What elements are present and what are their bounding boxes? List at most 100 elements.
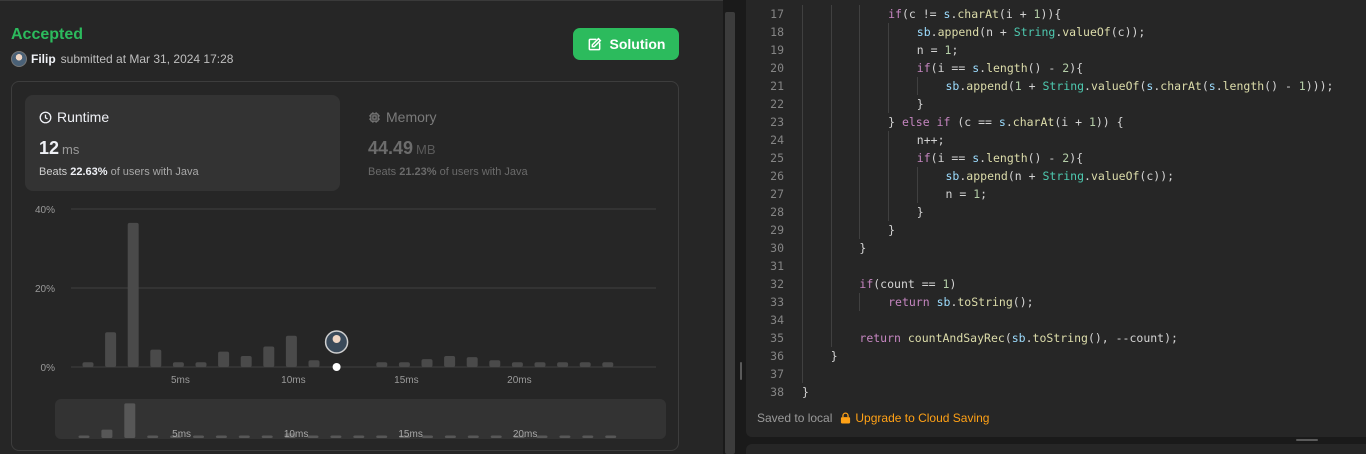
code-line[interactable]: 24 n++; [746, 131, 1366, 149]
indent-guide [859, 149, 861, 167]
code-text: sb.append(1 + String.valueOf(s.charAt(s.… [945, 79, 1334, 93]
code-editor[interactable]: 17 if(c != s.charAt(i + 1)){18 sb.append(n… [746, 0, 1366, 400]
y-tick-label: 20% [35, 284, 55, 295]
indent-guide [859, 185, 861, 203]
code-line[interactable]: 28} [746, 203, 1366, 221]
indent-guide [830, 329, 832, 347]
runtime-title: Runtime [57, 109, 110, 125]
line-number: 23 [770, 115, 784, 129]
code-line[interactable]: 38} [746, 383, 1366, 400]
indent-guide [830, 77, 832, 95]
indent-guide [830, 185, 832, 203]
code-text: if(count == 1) [859, 277, 957, 291]
bar [105, 332, 117, 367]
code-line[interactable]: 22} [746, 95, 1366, 113]
mini-bar [467, 435, 479, 438]
runtime-tab[interactable]: Runtime 12 ms Beats 22.63% of users with … [25, 95, 340, 191]
mini-bar [559, 435, 571, 438]
indent-guide [859, 41, 861, 59]
submitter-info: Filip submitted at Mar 31, 2024 17:28 [11, 51, 233, 67]
indent-guide [888, 131, 890, 149]
indent-guide [802, 311, 803, 329]
bar [263, 346, 275, 367]
code-text: } [916, 97, 924, 111]
mini-x-tick-label: 20ms [513, 429, 537, 439]
bar [218, 351, 230, 367]
memory-beats-prefix: Beats [368, 166, 397, 178]
code-line[interactable]: 31 [746, 257, 1366, 275]
left-panel-scrollbar[interactable] [723, 0, 737, 454]
indent-guide [802, 77, 803, 95]
bar [150, 349, 162, 367]
runtime-beats-percent: 22.63% [70, 166, 108, 178]
indent-guide [888, 23, 890, 41]
code-line[interactable]: 19 n = 1; [746, 41, 1366, 59]
indent-guide [802, 113, 803, 131]
vertical-resize-handle[interactable] [1296, 439, 1318, 441]
line-number: 18 [770, 25, 784, 39]
mini-bar [147, 435, 159, 438]
bar [308, 360, 320, 367]
indent-guide [830, 221, 832, 239]
code-text: return sb.toString(); [888, 295, 1034, 309]
memory-beats-suffix: of users with Java [439, 166, 528, 178]
code-line[interactable]: 27 n = 1; [746, 185, 1366, 203]
mini-bar [193, 435, 204, 438]
line-number: 19 [770, 43, 784, 57]
clock-icon [39, 111, 52, 123]
x-tick-label: 5ms [171, 375, 190, 386]
code-line[interactable]: 33 return sb.toString(); [746, 293, 1366, 311]
code-line[interactable]: 29} [746, 221, 1366, 239]
code-line[interactable]: 34 [746, 311, 1366, 329]
chart-range-navigator[interactable]: 5ms 10ms 15ms 20ms [55, 399, 666, 440]
line-number: 35 [770, 331, 784, 345]
indent-guide [802, 149, 803, 167]
code-line[interactable]: 35 return countAndSayRec(sb.toString(), -… [746, 329, 1366, 347]
indent-guide [802, 23, 803, 41]
line-number: 26 [770, 169, 784, 183]
memory-tab[interactable]: Memory 44.49 MB Beats 21.23% of users wit… [354, 95, 669, 191]
code-line[interactable]: 23} else if (c == s.charAt(i + 1)) { [746, 113, 1366, 131]
panel-resize-handle[interactable] [737, 0, 746, 454]
indent-guide [802, 203, 803, 221]
code-text: } [830, 349, 838, 363]
y-tick-label: 0% [41, 363, 56, 374]
code-line[interactable]: 25 if(i == s.length() - 2){ [746, 149, 1366, 167]
avatar[interactable] [11, 51, 27, 67]
indent-guide [830, 113, 832, 131]
code-line[interactable]: 32 if(count == 1) [746, 275, 1366, 293]
bar [466, 357, 478, 367]
code-line[interactable]: 37 [746, 365, 1366, 383]
mini-x-tick-label: 10ms [284, 429, 308, 439]
mini-bar [353, 435, 365, 438]
mini-bar [605, 435, 617, 438]
solution-button[interactable]: Solution [573, 28, 679, 60]
code-text: n++; [916, 133, 945, 147]
code-line[interactable]: 26 sb.append(n + String.valueOf(c)); [746, 167, 1366, 185]
mini-bar [78, 435, 90, 438]
y-tick-label: 40% [35, 205, 55, 216]
code-line[interactable]: 36} [746, 347, 1366, 365]
bar [602, 362, 614, 367]
bottom-panel [746, 444, 1366, 454]
indent-guide [888, 77, 890, 95]
code-line[interactable]: 21 sb.append(1 + String.valueOf(s.charAt(… [746, 77, 1366, 95]
username-link[interactable]: Filip [31, 52, 56, 66]
indent-guide [830, 149, 832, 167]
mini-x-tick-label: 5ms [172, 429, 191, 439]
bar [489, 360, 501, 367]
code-line[interactable]: 17 if(c != s.charAt(i + 1)){ [746, 5, 1366, 23]
indent-guide [802, 239, 803, 257]
mini-bar [101, 429, 113, 438]
bar [557, 362, 569, 367]
indent-guide [830, 275, 832, 293]
indent-guide [916, 185, 918, 203]
code-line[interactable]: 20 if(i == s.length() - 2){ [746, 59, 1366, 77]
indent-guide [859, 131, 861, 149]
code-line[interactable]: 30} [746, 239, 1366, 257]
upgrade-cloud-saving-link[interactable]: Upgrade to Cloud Saving [840, 411, 989, 425]
code-line[interactable]: 18 sb.append(n + String.valueOf(c)); [746, 23, 1366, 41]
mini-bar [490, 435, 502, 438]
editor-footer: Saved to local Upgrade to Cloud Saving [757, 411, 989, 425]
memory-title: Memory [386, 109, 437, 125]
